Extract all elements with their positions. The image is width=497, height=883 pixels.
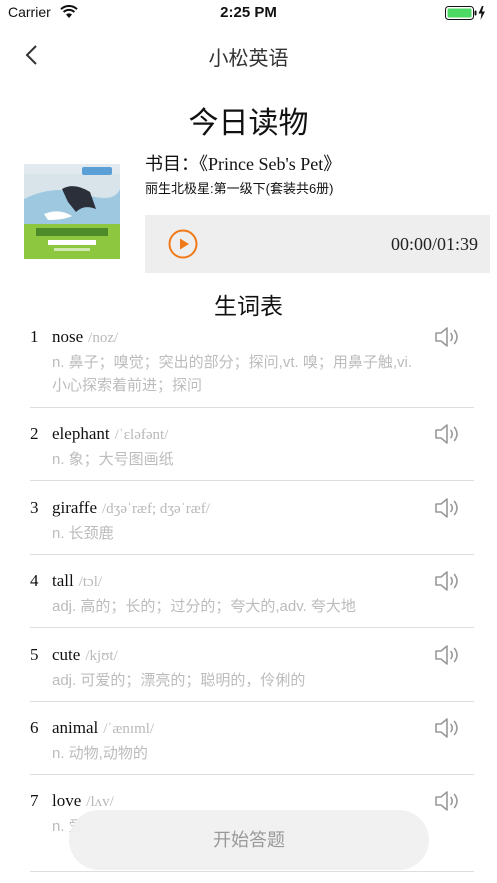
book-series: 丽生北极星:第一级下(套装共6册): [145, 181, 334, 196]
word-phonetic: /ˈænɪml/: [103, 721, 155, 737]
word-number: 4: [30, 571, 39, 590]
word-row: 4 tall/tɔl/ adj. 高的；长的；过分的；夸大的,adv. 夸大地: [30, 561, 474, 628]
vocab-title: 生词表: [214, 293, 283, 319]
word-definition: adj. 可爱的；漂亮的；聪明的，伶俐的: [52, 672, 306, 689]
word-text: elephant/ˈɛləfənt/: [52, 424, 169, 443]
word-text: giraffe/dʒəˈræf; dʒəˈræf/: [52, 498, 210, 517]
player-time: 00:00/01:39: [390, 234, 478, 254]
word-phonetic: /noz/: [88, 330, 119, 346]
word-definition: n. 动物,动物的: [52, 745, 148, 762]
word-phonetic: /dʒəˈræf; dʒəˈræf/: [102, 501, 210, 517]
nav-title: 小松英语: [208, 48, 289, 70]
page-title: 今日读物: [188, 107, 309, 140]
word-row: 3 giraffe/dʒəˈræf; dʒəˈræf/ n. 长颈鹿: [30, 488, 474, 555]
word-text: nose/noz/: [52, 327, 119, 346]
word-text: animal/ˈænɪml/: [52, 718, 155, 737]
speaker-icon[interactable]: [434, 496, 462, 520]
book-title: 书目：《Prince Seb's Pet》: [145, 154, 342, 174]
speaker-icon[interactable]: [434, 789, 462, 813]
status-bar: Carrier 2:25 PM: [0, 0, 497, 26]
word-text: cute/kjʊt/: [52, 645, 118, 664]
word-phonetic: /ˈɛləfənt/: [114, 427, 169, 443]
speaker-icon[interactable]: [434, 569, 462, 593]
word-definition: adj. 高的；长的；过分的；夸大的,adv. 夸大地: [52, 598, 356, 615]
word-row: 1 nose/noz/ n. 鼻子；嗅觉；突出的部分；探问,vt. 嗅；用鼻子触…: [30, 317, 474, 408]
word-row: 6 animal/ˈænɪml/ n. 动物,动物的: [30, 708, 474, 775]
word-row: 5 cute/kjʊt/ adj. 可爱的；漂亮的；聪明的，伶俐的: [30, 635, 474, 702]
play-icon[interactable]: [168, 229, 198, 259]
word-number: 6: [30, 718, 39, 737]
battery-icon: [445, 6, 485, 20]
word-phonetic: /tɔl/: [78, 574, 103, 590]
word-text: tall/tɔl/: [52, 571, 103, 590]
start-quiz-button[interactable]: 开始答题: [69, 810, 429, 870]
speaker-icon[interactable]: [434, 716, 462, 740]
word-phonetic: /kjʊt/: [85, 648, 118, 664]
audio-player: 00:00/01:39: [145, 215, 490, 273]
word-row: 2 elephant/ˈɛləfənt/ n. 象；大号图画纸: [30, 414, 474, 481]
book-cover-image: [24, 164, 120, 259]
word-number: 5: [30, 645, 39, 664]
speaker-icon[interactable]: [434, 643, 462, 667]
word-definition: n. 长颈鹿: [52, 525, 114, 542]
word-number: 7: [30, 791, 39, 810]
word-definition: n. 象；大号图画纸: [52, 451, 174, 468]
word-definition: n. 鼻子；嗅觉；突出的部分；探问,vt. 嗅；用鼻子触,vi. 小心探索着前进…: [52, 354, 413, 394]
word-number: 1: [30, 327, 39, 346]
word-number: 2: [30, 424, 39, 443]
word-text: love/lʌv/: [52, 791, 114, 810]
nav-bar: 小松英语: [0, 30, 497, 80]
speaker-icon[interactable]: [434, 325, 462, 349]
status-time: 2:25 PM: [220, 4, 277, 21]
speaker-icon[interactable]: [434, 422, 462, 446]
word-phonetic: /lʌv/: [86, 794, 114, 810]
word-number: 3: [30, 498, 39, 517]
